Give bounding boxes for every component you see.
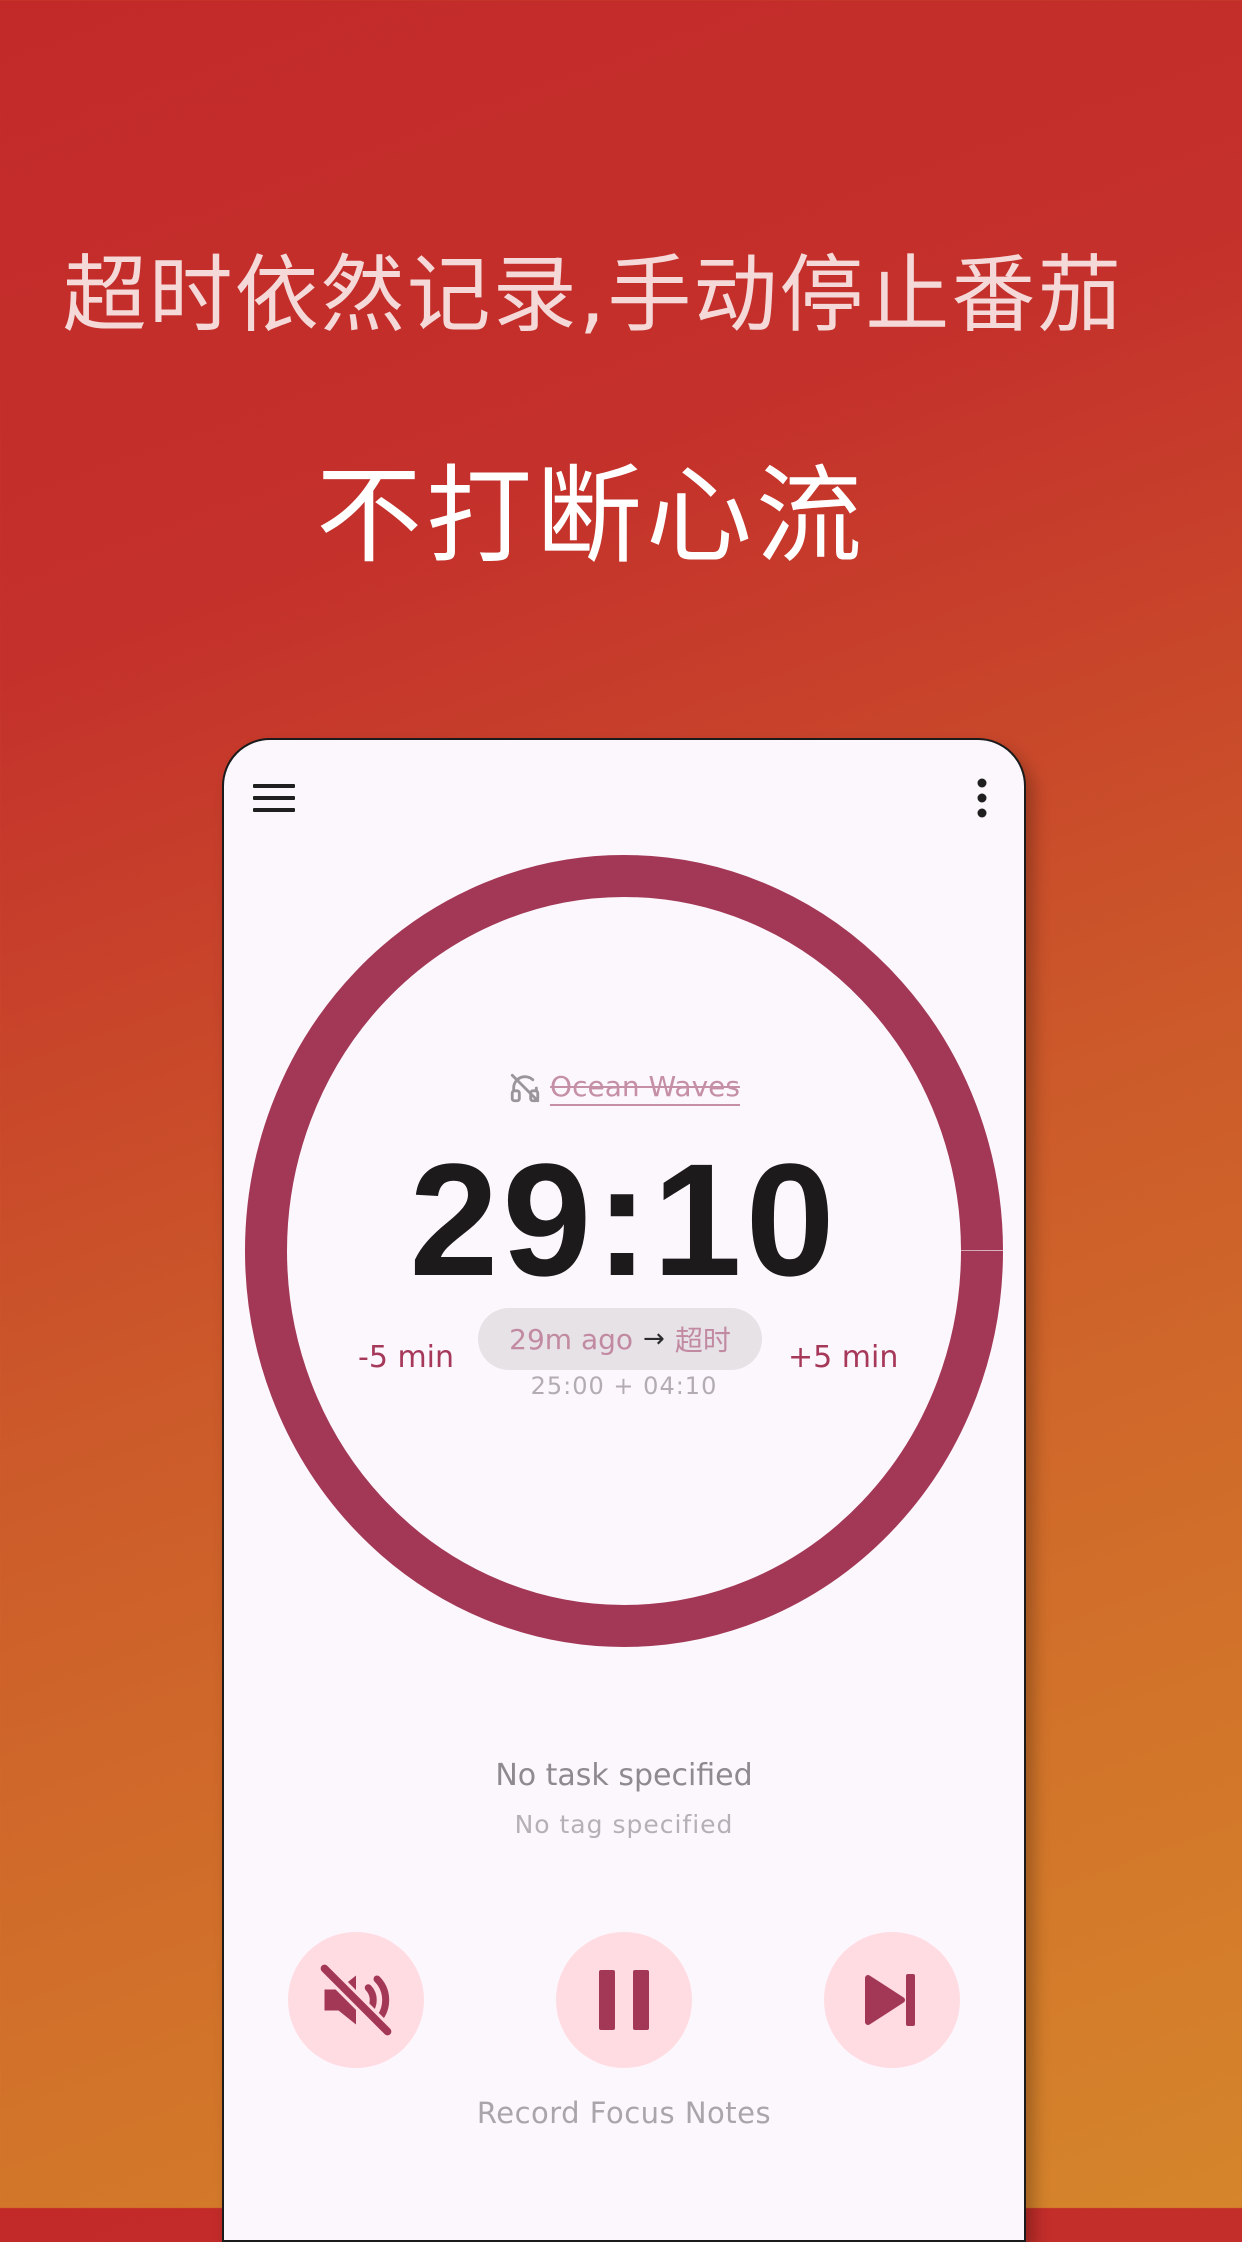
task-name[interactable]: No task specified: [224, 1758, 1024, 1793]
skip-button[interactable]: [824, 1932, 960, 2068]
pause-button[interactable]: [556, 1932, 692, 2068]
mute-button[interactable]: [288, 1932, 424, 2068]
pause-icon: [599, 1970, 649, 2030]
sound-name: Ocean Waves: [550, 1070, 740, 1106]
promo-headline: 超时依然记录,手动停止番茄: [62, 246, 1124, 344]
elapsed-ago: 29m ago: [509, 1322, 634, 1356]
menu-icon: [253, 784, 295, 812]
time-calculation: 25:00 + 04:10: [530, 1372, 718, 1400]
status-pill[interactable]: 29m ago → 超时: [478, 1308, 762, 1370]
overtime-label: 超时: [674, 1324, 731, 1357]
volume-off-icon: [317, 1961, 395, 2039]
menu-button[interactable]: [246, 770, 302, 826]
tag-name[interactable]: No tag specified: [224, 1810, 1024, 1839]
skip-next-icon: [865, 1974, 915, 2026]
more-vertical-icon: [977, 778, 987, 818]
record-focus-notes-button[interactable]: Record Focus Notes: [224, 2096, 1024, 2130]
headphones-off-icon: [510, 1073, 540, 1103]
ambient-sound[interactable]: Ocean Waves: [224, 1070, 1024, 1106]
timer-display: 29:10: [409, 1130, 839, 1309]
promo-subheadline: 不打断心流: [316, 455, 866, 578]
arrow-right-icon: →: [643, 1324, 665, 1354]
phone-screen: Ocean Waves 29:10 -5 min +5 min 29m ago …: [222, 738, 1026, 2242]
more-options-button[interactable]: [954, 770, 1010, 826]
